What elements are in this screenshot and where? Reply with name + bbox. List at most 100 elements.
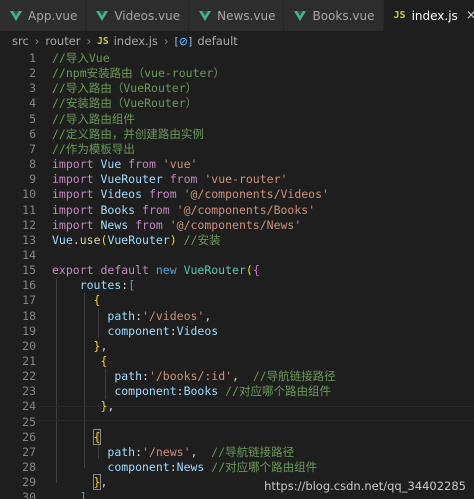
line-number: 30 bbox=[22, 490, 36, 499]
code-token: import bbox=[52, 172, 101, 187]
line-number: 18 bbox=[22, 308, 36, 323]
code-token: //安装路由（VueRouter） bbox=[52, 96, 198, 111]
line-number: 2 bbox=[29, 66, 36, 81]
code-token: path bbox=[107, 444, 136, 459]
code-line[interactable]: 11 import Books from '@/components/Books' bbox=[0, 203, 474, 218]
code-line[interactable]: 13 Vue.use(VueRouter) //安装 bbox=[0, 233, 474, 248]
close-icon[interactable]: × bbox=[466, 8, 474, 23]
code-token: //作为模板导出 bbox=[52, 141, 135, 156]
code-text: //定义路由，并创建路由实例 bbox=[52, 127, 204, 142]
code-token: : bbox=[135, 444, 143, 459]
code-token: News bbox=[176, 460, 212, 475]
code-text: component:Books //对应哪个路由组件 bbox=[52, 384, 331, 399]
code-token: component bbox=[107, 460, 170, 475]
code-token: //导入路由组件 bbox=[52, 111, 135, 126]
code-line[interactable]: 19 component:Videos bbox=[0, 324, 474, 339]
code-text: //npm安装路由（vue-router） bbox=[52, 66, 225, 81]
code-text: //导入路由组件 bbox=[52, 112, 135, 127]
line-number: 6 bbox=[29, 126, 36, 141]
code-text: //安装路由（VueRouter） bbox=[52, 96, 197, 111]
code-line[interactable]: 10 import Videos from '@/components/Video… bbox=[0, 187, 474, 202]
code-token: path bbox=[107, 308, 136, 323]
code-token: . bbox=[72, 232, 80, 247]
line-number: 27 bbox=[22, 444, 36, 459]
code-line[interactable]: 14 bbox=[0, 248, 474, 263]
line-number: 26 bbox=[22, 429, 36, 444]
code-token: 'vue' bbox=[162, 157, 198, 172]
code-line[interactable]: 8 import Vue from 'vue' bbox=[0, 157, 474, 172]
code-token: Videos bbox=[100, 187, 149, 202]
code-token: //导航链接路径 bbox=[252, 369, 336, 384]
code-text: routes:[ bbox=[52, 278, 135, 293]
code-token: , bbox=[232, 369, 253, 384]
code-text: //作为模板导出 bbox=[52, 142, 135, 157]
code-token: 'vue-router' bbox=[204, 172, 288, 187]
line-number: 17 bbox=[22, 293, 36, 308]
breadcrumb-folder-router[interactable]: router bbox=[45, 34, 80, 48]
code-token: '@/components/Videos' bbox=[183, 187, 329, 202]
code-line[interactable]: 25 bbox=[0, 415, 474, 430]
tab-app-vue[interactable]: App.vue bbox=[0, 0, 87, 31]
code-token: News bbox=[100, 217, 136, 232]
code-line[interactable]: 23 component:Books //对应哪个路由组件 bbox=[0, 384, 474, 399]
line-number: 16 bbox=[22, 278, 36, 293]
code-editor[interactable]: 1 //导入Vue 2 //npm安装路由（vue-router） 3 //导入路由（Vu… bbox=[0, 51, 474, 499]
line-number: 19 bbox=[22, 323, 36, 338]
breadcrumb-folder-src[interactable]: src bbox=[12, 34, 29, 48]
tab-index-js[interactable]: JS index.js × bbox=[383, 0, 474, 31]
code-token: //导入Vue bbox=[52, 51, 110, 65]
line-number: 25 bbox=[22, 414, 36, 429]
breadcrumb-symbol[interactable]: default bbox=[197, 34, 237, 48]
code-line[interactable]: 2 //npm安装路由（vue-router） bbox=[0, 66, 474, 81]
code-token: '/books/:id' bbox=[148, 369, 233, 384]
code-line[interactable]: 9 import VueRouter from 'vue-router' bbox=[0, 172, 474, 187]
code-line[interactable]: 20 }, bbox=[0, 339, 474, 354]
code-line[interactable]: 1 //导入Vue bbox=[0, 51, 474, 66]
code-token: VueRouter bbox=[183, 263, 246, 278]
watermark: https://blog.csdn.net/qq_34402285 bbox=[264, 479, 466, 493]
breadcrumb-separator: › bbox=[34, 34, 40, 48]
code-line[interactable]: 21 { bbox=[0, 354, 474, 369]
code-line[interactable]: 4 //安装路由（VueRouter） bbox=[0, 96, 474, 111]
code-text: //导入路由（VueRouter） bbox=[52, 81, 197, 96]
line-number: 3 bbox=[29, 81, 36, 96]
code-line[interactable]: 7 //作为模板导出 bbox=[0, 142, 474, 157]
breadcrumb-file[interactable]: index.js bbox=[114, 34, 158, 48]
tab-videos-vue[interactable]: Videos.vue bbox=[86, 0, 190, 31]
code-text: import Books from '@/components/Books' bbox=[52, 203, 315, 218]
code-line[interactable]: 15 export default new VueRouter({ bbox=[0, 263, 474, 278]
code-line[interactable]: 22 path:'/books/:id', //导航链接路径 bbox=[0, 369, 474, 384]
code-token: [ bbox=[128, 278, 136, 293]
code-token: from bbox=[169, 172, 205, 187]
code-line[interactable]: 28 component:News //对应哪个路由组件 bbox=[0, 460, 474, 475]
code-line[interactable]: 5 //导入路由组件 bbox=[0, 112, 474, 127]
code-line[interactable]: 18 path:'/videos', bbox=[0, 309, 474, 324]
code-line[interactable]: 6 //定义路由，并创建路由实例 bbox=[0, 127, 474, 142]
code-token: { bbox=[252, 263, 260, 278]
line-number: 12 bbox=[22, 217, 36, 232]
code-text: component:News //对应哪个路由组件 bbox=[52, 460, 317, 475]
code-text: component:Videos bbox=[52, 324, 218, 339]
code-text: }, bbox=[52, 474, 107, 491]
code-line[interactable]: 27 path:'/news', //导航链接路径 bbox=[0, 445, 474, 460]
code-line[interactable]: 24 }, bbox=[0, 399, 474, 414]
tab-news-vue[interactable]: News.vue bbox=[189, 0, 285, 31]
line-number: 28 bbox=[22, 460, 36, 475]
code-line[interactable]: 12 import News from '@/components/News' bbox=[0, 218, 474, 233]
code-line[interactable]: 17 { bbox=[0, 293, 474, 308]
code-token: //npm安装路由（vue-router） bbox=[52, 66, 225, 81]
breadcrumb: src › router › JS index.js › [⊘] default bbox=[0, 31, 474, 51]
tab-books-vue[interactable]: Books.vue bbox=[284, 0, 384, 31]
vue-file-icon bbox=[199, 10, 212, 21]
code-line[interactable]: 16 routes:[ bbox=[0, 278, 474, 293]
code-token: ] bbox=[79, 490, 87, 499]
line-number: 20 bbox=[22, 338, 36, 353]
code-line[interactable]: 3 //导入路由（VueRouter） bbox=[0, 81, 474, 96]
code-line[interactable]: 26 { bbox=[0, 428, 474, 445]
